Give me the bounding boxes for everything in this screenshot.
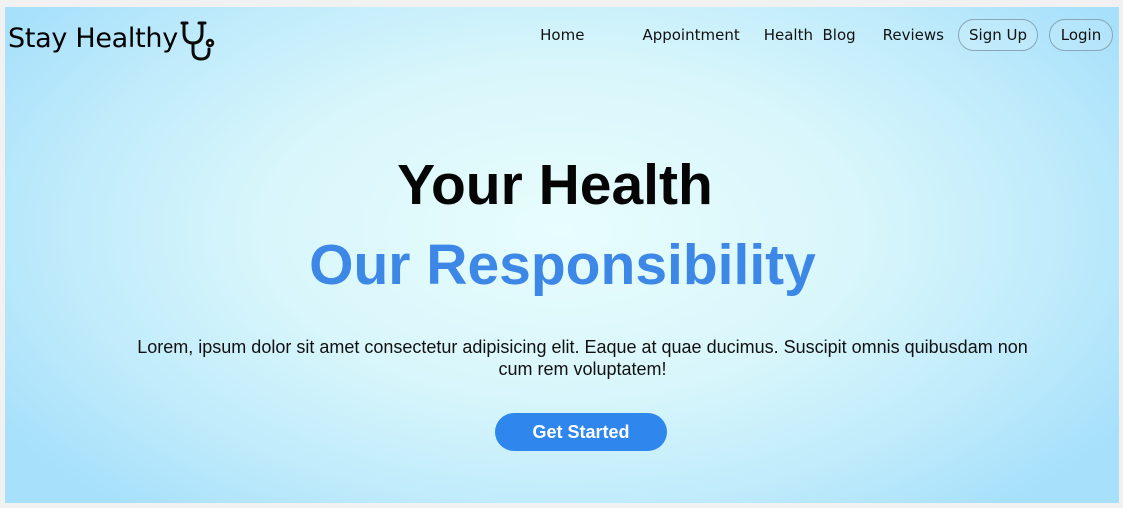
hero-description: Lorem, ipsum dolor sit amet consectetur … — [137, 337, 1028, 379]
hero-title-line1: Your Health — [397, 153, 713, 217]
login-button[interactable]: Login — [1049, 19, 1113, 51]
hero-title-line2: Our Responsibility — [309, 233, 816, 297]
nav-appointment-link[interactable]: Appointment — [642, 18, 739, 52]
nav-reviews-link[interactable]: Reviews — [883, 18, 944, 52]
nav-home-link[interactable]: Home — [540, 18, 584, 52]
sign-up-button[interactable]: Sign Up — [958, 19, 1038, 51]
stethoscope-icon — [180, 21, 215, 61]
brand-logo[interactable]: Stay Healthy — [8, 19, 220, 61]
landing-page: Stay Healthy Home Appointment Health Blo… — [5, 7, 1119, 503]
top-nav: Home Appointment Health Blog Reviews Sig… — [540, 18, 1113, 52]
get-started-button[interactable]: Get Started — [495, 413, 667, 451]
brand-name: Stay Healthy — [8, 23, 178, 54]
nav-health-blog-link[interactable]: Health Blog — [764, 18, 856, 52]
